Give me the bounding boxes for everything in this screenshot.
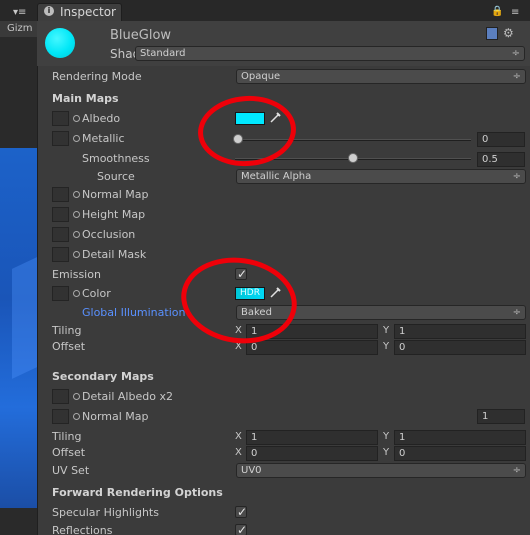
secondary-offset-y-input[interactable]: 0 [394, 446, 526, 461]
secondary-maps-heading: Secondary Maps [52, 370, 154, 383]
uv-set-dropdown[interactable]: UV0 [236, 463, 526, 478]
detail-albedo-picker-icon[interactable] [73, 393, 80, 400]
source-dropdown[interactable]: Metallic Alpha [236, 169, 526, 184]
detail-mask-picker-icon[interactable] [73, 251, 80, 258]
secondary-normal-map-slot[interactable] [52, 409, 69, 424]
material-preview-sphere [45, 28, 75, 58]
height-map-slot[interactable] [52, 207, 69, 222]
secondary-normal-map-picker-icon[interactable] [73, 413, 80, 420]
reflections-checkbox[interactable] [235, 523, 247, 535]
metallic-value-input[interactable]: 0 [477, 132, 525, 147]
scene-highlight [12, 257, 37, 379]
secondary-normal-map-value-input[interactable]: 1 [477, 409, 525, 424]
emission-texture-slot[interactable] [52, 286, 69, 301]
main-offset-y-axis: Y [383, 341, 390, 352]
uv-set-label: UV Set [52, 464, 90, 477]
settings-icon[interactable]: ⚙ [503, 27, 515, 40]
global-illumination-label: Global Illumination [82, 306, 186, 319]
specular-highlights-checkbox[interactable] [235, 505, 247, 519]
main-tiling-y-input[interactable]: 1 [394, 324, 526, 339]
height-map-picker-icon[interactable] [73, 211, 80, 218]
secondary-normal-map-label: Normal Map [82, 410, 149, 423]
metallic-label: Metallic [82, 132, 125, 145]
detail-mask-slot[interactable] [52, 247, 69, 262]
secondary-offset-x-input[interactable]: 0 [246, 446, 378, 461]
albedo-picker-icon[interactable] [73, 115, 80, 122]
smoothness-value-input[interactable]: 0.5 [477, 152, 525, 167]
secondary-offset-y-axis: Y [383, 447, 390, 458]
left-panel-menu-icon[interactable]: ▾≡ [13, 7, 26, 18]
forward-rendering-heading: Forward Rendering Options [52, 486, 223, 499]
occlusion-slot[interactable] [52, 227, 69, 242]
occlusion-picker-icon[interactable] [73, 231, 80, 238]
rendering-mode-label: Rendering Mode [52, 70, 142, 83]
smoothness-slider-knob[interactable] [348, 153, 358, 163]
main-tiling-y-axis: Y [383, 325, 390, 336]
detail-albedo-label: Detail Albedo x2 [82, 390, 173, 403]
header-icons: ⚙ [486, 27, 524, 41]
emission-label: Emission [52, 268, 101, 281]
secondary-offset-x-axis: X [235, 447, 242, 458]
secondary-tiling-y-axis: Y [383, 431, 390, 442]
info-icon: i [44, 6, 54, 16]
secondary-tiling-x-axis: X [235, 431, 242, 442]
main-offset-label: Offset [52, 340, 86, 353]
main-maps-heading: Main Maps [52, 92, 119, 105]
albedo-label: Albedo [82, 112, 121, 125]
inspector-tab-label: Inspector [60, 5, 116, 19]
lock-icon[interactable]: 🔒 [491, 6, 503, 17]
emission-color-label: Color [82, 287, 111, 300]
main-offset-x-input[interactable]: 0 [246, 340, 378, 355]
normal-map-picker-icon[interactable] [73, 191, 80, 198]
inspector-tab[interactable]: i Inspector [37, 3, 122, 21]
emission-picker-icon[interactable] [73, 290, 80, 297]
normal-map-label: Normal Map [82, 188, 149, 201]
main-tiling-label: Tiling [52, 324, 82, 337]
specular-highlights-label: Specular Highlights [52, 506, 159, 519]
normal-map-slot[interactable] [52, 187, 69, 202]
material-name: BlueGlow [110, 28, 172, 43]
albedo-texture-slot[interactable] [52, 111, 69, 126]
secondary-tiling-label: Tiling [52, 430, 82, 443]
reflections-label: Reflections [52, 524, 113, 535]
secondary-tiling-y-input[interactable]: 1 [394, 430, 526, 445]
smoothness-label: Smoothness [82, 152, 150, 165]
rendering-mode-dropdown[interactable]: Opaque [236, 69, 526, 84]
source-label: Source [97, 170, 135, 183]
detail-mask-label: Detail Mask [82, 248, 147, 261]
detail-albedo-slot[interactable] [52, 389, 69, 404]
main-offset-y-input[interactable]: 0 [394, 340, 526, 355]
metallic-picker-icon[interactable] [73, 135, 80, 142]
height-map-label: Height Map [82, 208, 146, 221]
occlusion-label: Occlusion [82, 228, 136, 241]
help-icon[interactable] [486, 27, 498, 40]
shader-dropdown[interactable]: Standard [135, 46, 525, 61]
secondary-tiling-x-input[interactable]: 1 [246, 430, 378, 445]
metallic-texture-slot[interactable] [52, 131, 69, 146]
secondary-offset-label: Offset [52, 446, 86, 459]
gizmos-tab[interactable]: Gizm [0, 21, 37, 37]
menu-icon[interactable]: ≡ [511, 7, 519, 18]
